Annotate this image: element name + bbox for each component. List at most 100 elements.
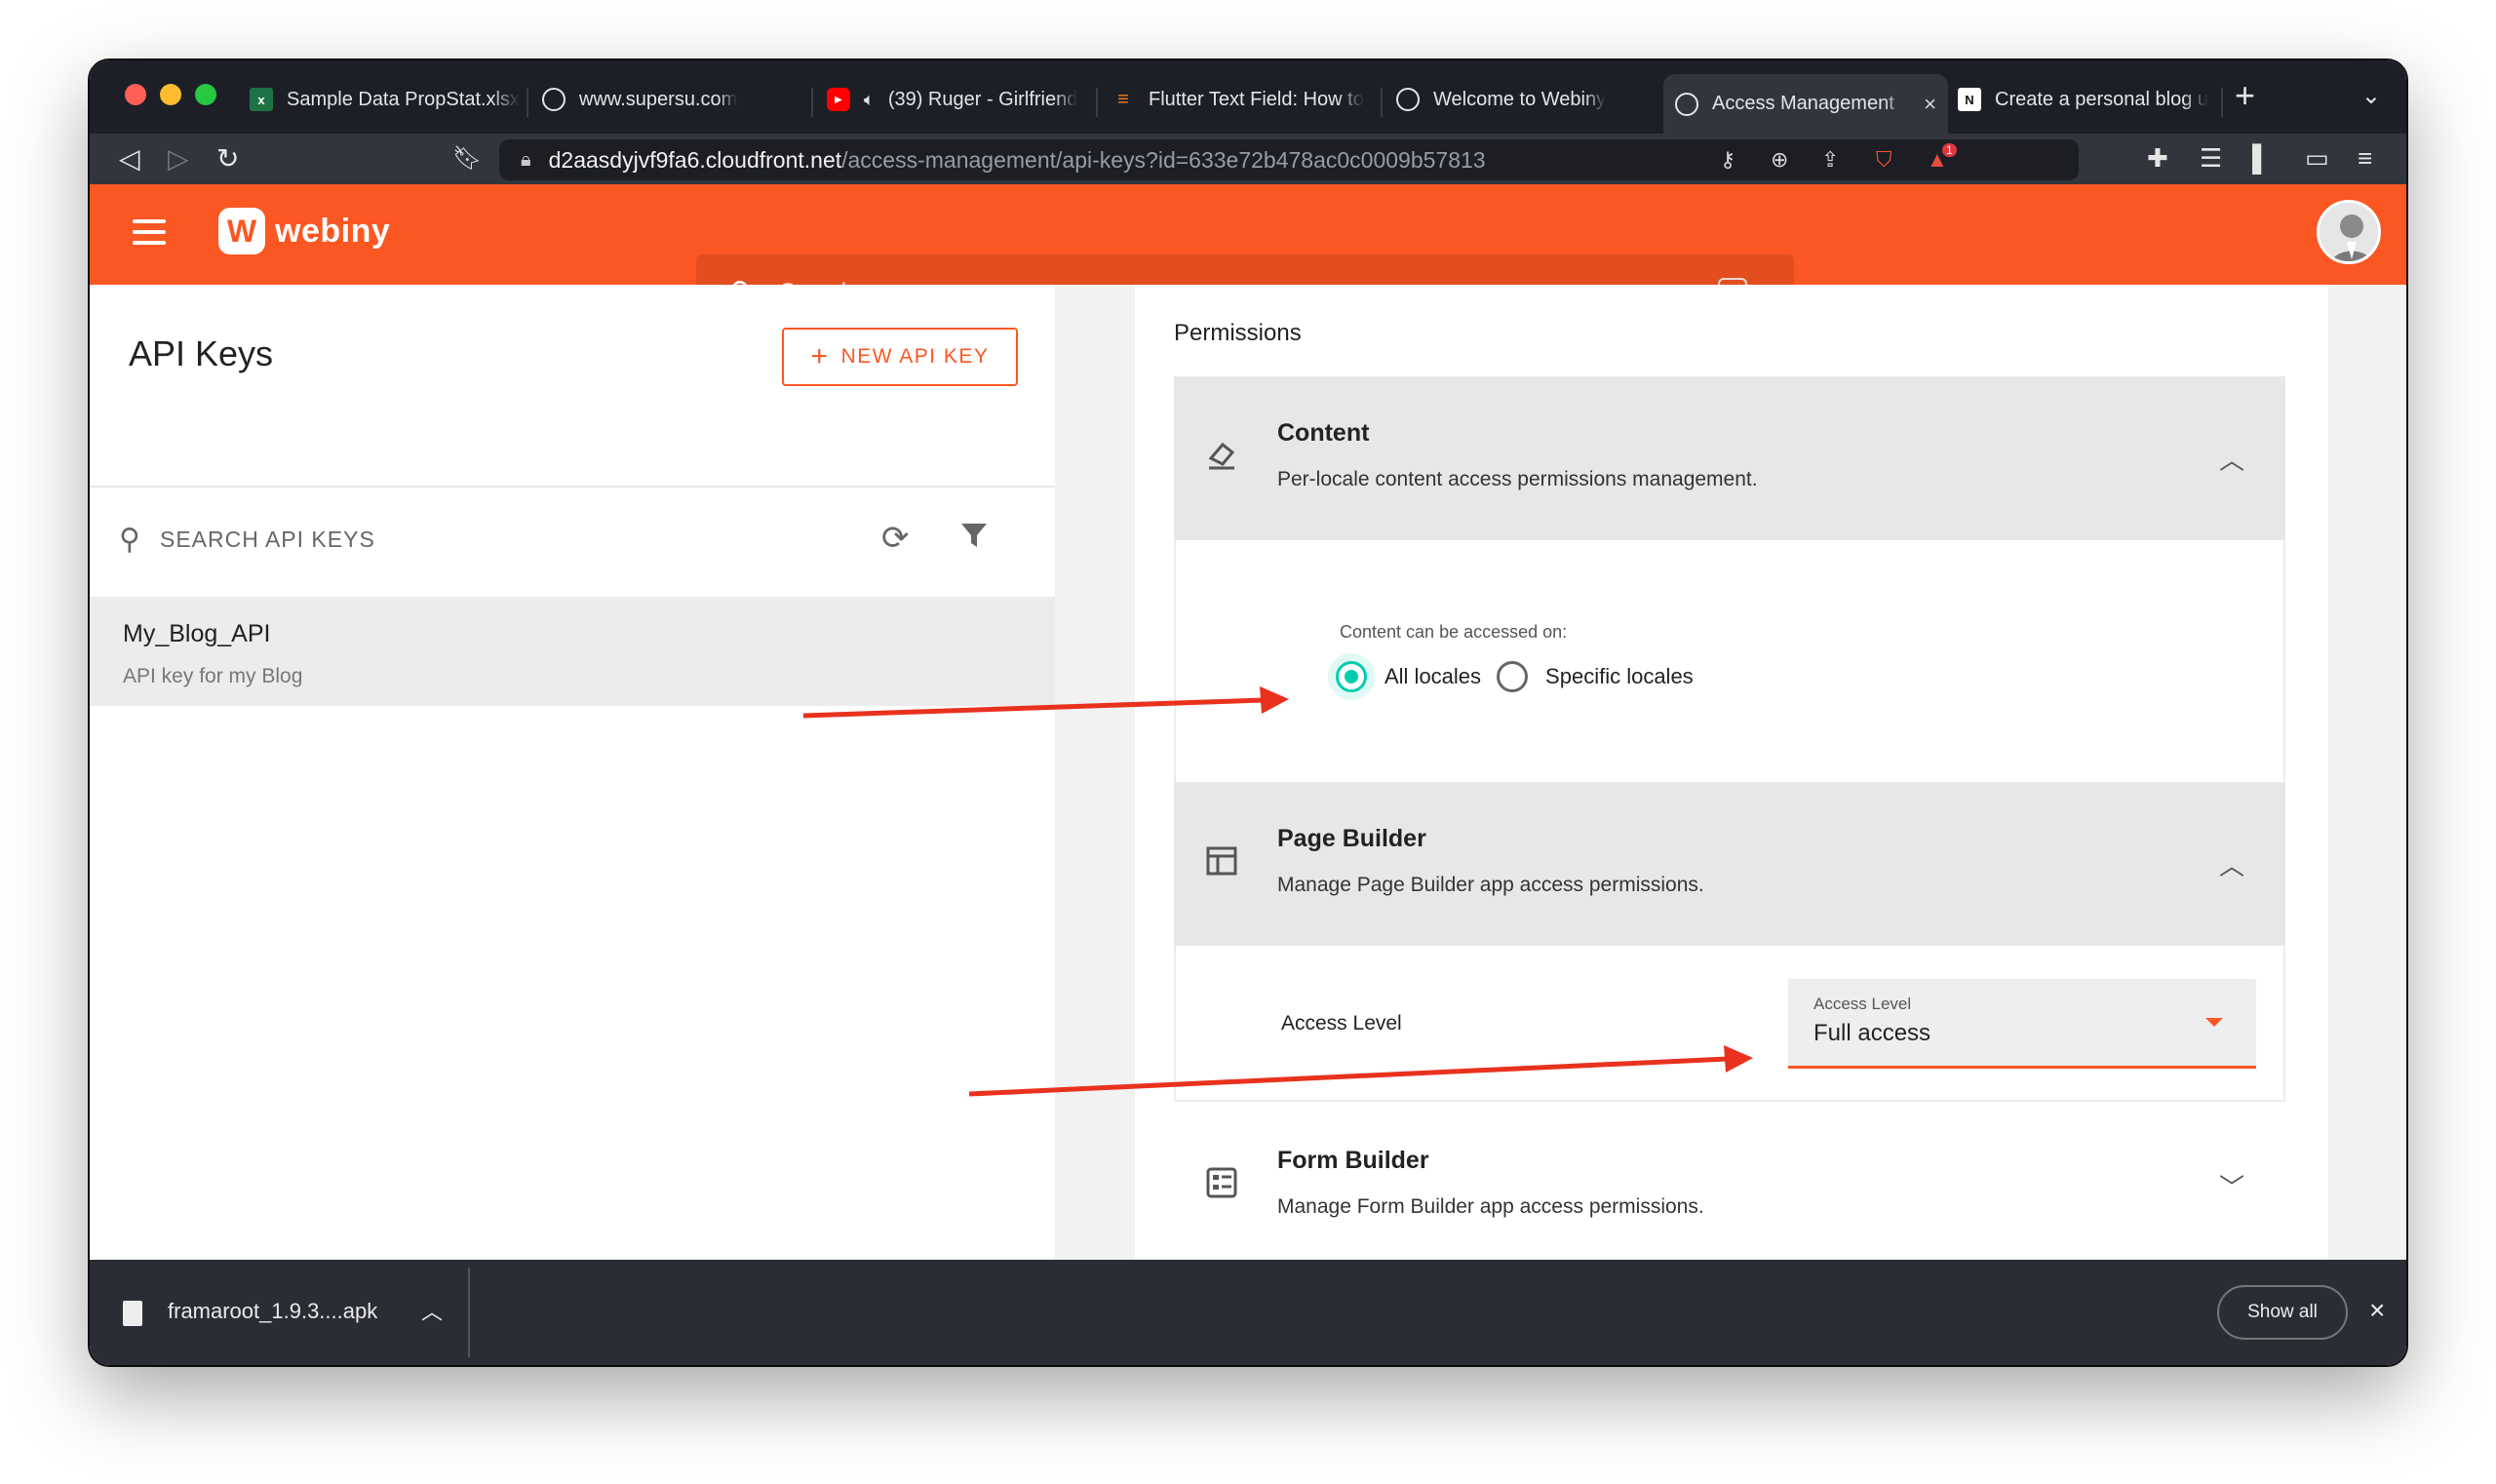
tab-sample-data[interactable]: x Sample Data PropStat.xlsx: [238, 72, 521, 127]
wallet-icon[interactable]: ▭: [2305, 143, 2329, 174]
tab-title: Sample Data PropStat.xlsx: [287, 88, 520, 110]
logo-text: webiny: [275, 212, 391, 250]
tab-title: www.supersu.com: [579, 88, 738, 110]
tab-title: (39) Ruger - Girlfriend: [887, 88, 1078, 110]
api-key-name: My_Blog_API: [123, 620, 271, 647]
access-level-select[interactable]: Access Level Full access: [1788, 979, 2256, 1069]
tab-title: Create a personal blog u: [1995, 88, 2209, 110]
eraser-icon: [1205, 439, 1238, 477]
rewards-badge: 1: [1942, 143, 1957, 157]
reload-icon[interactable]: ↻: [216, 143, 239, 175]
page-builder-description: Manage Page Builder app access permissio…: [1277, 874, 1704, 896]
chevron-up-icon[interactable]: ︿: [421, 1295, 443, 1326]
select-floating-label: Access Level: [1814, 995, 1912, 1013]
url-host: d2aasdyjvf9fa6.cloudfront.net: [548, 146, 842, 173]
forward-icon[interactable]: ▷: [168, 143, 189, 175]
new-tab-button[interactable]: +: [2235, 78, 2255, 113]
all-locales-label[interactable]: All locales: [1384, 664, 1481, 689]
page-builder-section-header[interactable]: Page Builder Manage Page Builder app acc…: [1174, 782, 2285, 946]
zoom-icon[interactable]: ⊕: [1771, 147, 1788, 173]
list-item[interactable]: My_Blog_API API key for my Blog: [90, 597, 1055, 706]
playlist-icon[interactable]: ☰: [2200, 143, 2222, 174]
close-window-button[interactable]: [125, 84, 146, 105]
layout-icon: [1205, 844, 1238, 882]
close-icon[interactable]: ×: [2369, 1295, 2385, 1326]
tab-access-management[interactable]: Access Management ×: [1663, 74, 1948, 134]
form-builder-title: Form Builder: [1277, 1147, 1429, 1174]
download-file-name[interactable]: framaroot_1.9.3....apk: [168, 1299, 377, 1324]
share-icon[interactable]: ⇪: [1821, 147, 1839, 173]
select-value: Full access: [1814, 1020, 1931, 1046]
chevron-up-icon[interactable]: ︿: [2219, 441, 2244, 477]
tab-title: Welcome to Webiny: [1433, 88, 1607, 110]
page-title: API Keys: [129, 333, 274, 373]
minimize-window-button[interactable]: [160, 84, 181, 105]
panel-gutter-right: [2328, 285, 2406, 1260]
brave-shield-icon[interactable]: ⛉: [1876, 147, 1892, 173]
specific-locales-radio[interactable]: [1497, 661, 1529, 692]
form-builder-section-header[interactable]: Form Builder Manage Form Builder app acc…: [1174, 1104, 2285, 1240]
access-caption: Content can be accessed on:: [1340, 622, 1568, 642]
new-api-key-button[interactable]: + NEW API KEY: [782, 328, 1018, 386]
tab-separator: [526, 88, 528, 117]
content-description: Per-locale content access permissions ma…: [1277, 468, 1758, 490]
search-icon: ⚲: [119, 524, 140, 556]
tab-separator: [811, 88, 813, 117]
logo-badge: W: [218, 208, 265, 254]
api-key-description: API key for my Blog: [123, 665, 303, 687]
chevron-up-icon[interactable]: ︿: [2219, 846, 2244, 882]
panel-gutter: [1055, 285, 1135, 1260]
sidebar-icon[interactable]: ▌: [2252, 143, 2270, 174]
globe-icon: [1675, 92, 1698, 116]
page-builder-section-body: Access Level Access Level Full access: [1174, 946, 2285, 1102]
tab-separator: [1096, 88, 1098, 117]
close-tab-icon[interactable]: ×: [1924, 92, 1948, 117]
tab-strip: x Sample Data PropStat.xlsx www.supersu.…: [90, 60, 2406, 134]
tab-supersu[interactable]: www.supersu.com: [530, 72, 803, 127]
file-icon: [123, 1301, 142, 1326]
excel-icon: x: [250, 88, 273, 111]
all-locales-radio[interactable]: [1336, 661, 1367, 692]
tab-separator: [2221, 88, 2223, 117]
youtube-icon: ▶: [827, 88, 850, 111]
extensions-icon[interactable]: ✚: [2147, 143, 2168, 174]
avatar[interactable]: [2317, 200, 2381, 264]
tab-welcome-webiny[interactable]: Welcome to Webiny: [1384, 72, 1658, 127]
tab-title: Flutter Text Field: How to: [1149, 88, 1364, 110]
specific-locales-label[interactable]: Specific locales: [1545, 664, 1694, 689]
webiny-logo[interactable]: W webiny: [218, 208, 390, 254]
lock-icon: 🔒︎: [521, 148, 531, 171]
bookmark-icon[interactable]: 🔖︎: [452, 143, 482, 175]
menu-icon[interactable]: ≡: [2358, 143, 2372, 174]
zoom-window-button[interactable]: [195, 84, 216, 105]
content-title: Content: [1277, 419, 1370, 447]
api-keys-search[interactable]: ⚲: [119, 523, 745, 557]
divider: [90, 486, 1055, 488]
back-icon[interactable]: ◁: [119, 143, 140, 175]
show-all-button[interactable]: Show all: [2217, 1285, 2348, 1340]
filter-icon[interactable]: [959, 521, 989, 555]
page-builder-title: Page Builder: [1277, 825, 1426, 852]
access-level-label: Access Level: [1281, 1012, 1402, 1035]
search-api-keys-input[interactable]: [159, 527, 745, 553]
globe-icon: [1396, 88, 1420, 111]
chevron-down-icon[interactable]: ⌄: [2361, 82, 2381, 110]
tab-create-blog[interactable]: N Create a personal blog u: [1946, 72, 2219, 127]
chevron-down-icon[interactable]: ﹀: [2219, 1168, 2244, 1204]
address-bar[interactable]: 🔒︎ d2aasdyjvf9fa6.cloudfront.net /access…: [499, 139, 2079, 180]
tab-youtube[interactable]: ▶ 🔈︎ (39) Ruger - Girlfriend: [815, 72, 1088, 127]
permissions-title: Permissions: [1174, 320, 1302, 346]
divider: [468, 1268, 470, 1357]
speaker-icon[interactable]: 🔈︎: [864, 90, 875, 110]
tab-title: Access Management: [1712, 93, 1894, 114]
key-icon[interactable]: ⚷: [1720, 147, 1736, 173]
notion-icon: N: [1958, 88, 1981, 111]
globe-icon: [542, 88, 566, 111]
permissions-panel[interactable]: Permissions Content Per-locale content a…: [1135, 285, 2328, 1260]
refresh-icon[interactable]: ⟳: [881, 519, 910, 558]
tab-flutter[interactable]: ≡ Flutter Text Field: How to: [1100, 72, 1373, 127]
content-section-header[interactable]: Content Per-locale content access permis…: [1174, 376, 2285, 540]
tab-separator: [1381, 88, 1383, 117]
hamburger-menu-icon[interactable]: [133, 219, 166, 252]
dropdown-arrow-icon: [2205, 1018, 2223, 1027]
